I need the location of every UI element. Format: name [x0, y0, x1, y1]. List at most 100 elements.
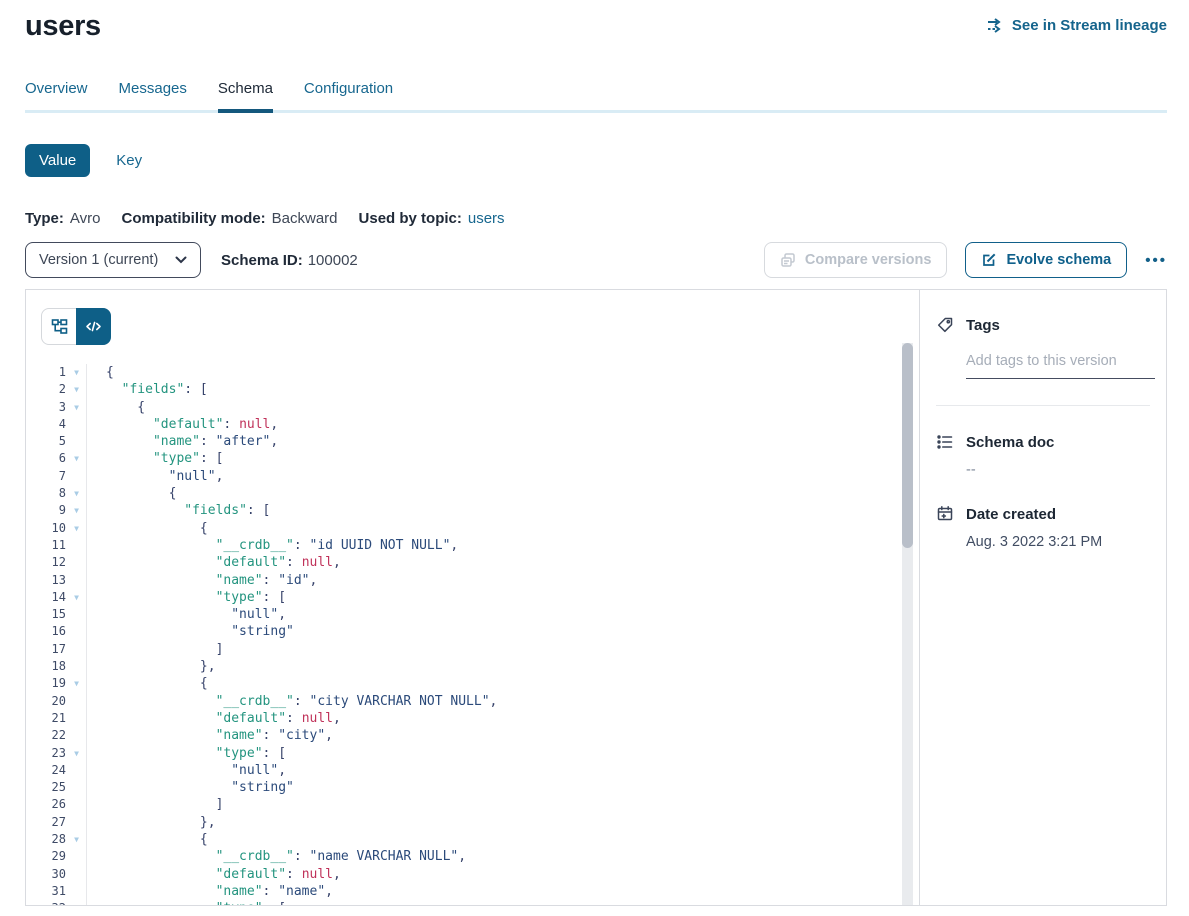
- code-line: 6▼ "type": [: [26, 450, 919, 467]
- fold-toggle-icon[interactable]: ▼: [66, 745, 87, 762]
- tab-schema[interactable]: Schema: [218, 70, 273, 110]
- code-line: 22 "name": "city",: [26, 727, 919, 744]
- fold-spacer: [66, 606, 87, 623]
- line-number: 21: [26, 710, 66, 727]
- fold-spacer: [66, 641, 87, 658]
- fold-spacer: [66, 727, 87, 744]
- schema-id-label: Schema ID:: [221, 252, 303, 269]
- fold-toggle-icon[interactable]: ▼: [66, 399, 87, 416]
- line-number: 32: [26, 900, 66, 905]
- line-number: 3: [26, 399, 66, 416]
- editor-scrollbar-track[interactable]: [902, 343, 913, 905]
- line-number: 5: [26, 433, 66, 450]
- compare-versions-button[interactable]: Compare versions: [764, 242, 948, 278]
- code-line: 27 },: [26, 814, 919, 831]
- code-line: 11 "__crdb__": "id UUID NOT NULL",: [26, 537, 919, 554]
- fold-toggle-icon[interactable]: ▼: [66, 900, 87, 905]
- fold-toggle-icon[interactable]: ▼: [66, 364, 87, 381]
- fold-spacer: [66, 796, 87, 813]
- code-text: {: [87, 831, 208, 848]
- line-number: 23: [26, 745, 66, 762]
- line-number: 8: [26, 485, 66, 502]
- topic-link[interactable]: users: [468, 210, 505, 227]
- fold-toggle-icon[interactable]: ▼: [66, 831, 87, 848]
- schema-meta: Type:Avro Compatibility mode:Backward Us…: [25, 210, 1167, 227]
- code-gutter: 27: [26, 814, 87, 831]
- version-select[interactable]: Version 1 (current): [25, 242, 201, 278]
- tab-messages[interactable]: Messages: [119, 70, 187, 110]
- code-line: 15 "null",: [26, 606, 919, 623]
- editor-scrollbar-thumb[interactable]: [902, 343, 913, 548]
- tab-configuration[interactable]: Configuration: [304, 70, 393, 110]
- fold-spacer: [66, 537, 87, 554]
- value-toggle-button[interactable]: Value: [25, 144, 90, 177]
- code-line: 25 "string": [26, 779, 919, 796]
- key-toggle-button[interactable]: Key: [116, 152, 142, 169]
- code-gutter: 24: [26, 762, 87, 779]
- code-line: 10▼ {: [26, 520, 919, 537]
- code-text: },: [87, 658, 216, 675]
- code-text: {: [87, 485, 176, 502]
- schema-editor: 1▼{2▼ "fields": [3▼ {4 "default": null,5…: [26, 290, 919, 905]
- code-text: {: [87, 520, 208, 537]
- code-gutter: 12: [26, 554, 87, 571]
- more-options-button[interactable]: •••: [1145, 252, 1167, 269]
- value-key-toggle: Value Key: [25, 144, 1167, 177]
- code-gutter: 8▼: [26, 485, 87, 502]
- line-number: 28: [26, 831, 66, 848]
- page-header: users See in Stream lineage: [25, 0, 1167, 43]
- code-line: 28▼ {: [26, 831, 919, 848]
- tags-input[interactable]: Add tags to this version: [966, 353, 1155, 379]
- tags-section-header: Tags: [936, 316, 1150, 334]
- fold-toggle-icon[interactable]: ▼: [66, 381, 87, 398]
- code-line: 18 },: [26, 658, 919, 675]
- tree-view-button[interactable]: [42, 309, 76, 344]
- code-view-button[interactable]: [76, 308, 111, 345]
- code-gutter: 13: [26, 572, 87, 589]
- fold-toggle-icon[interactable]: ▼: [66, 520, 87, 537]
- code-text: "null",: [87, 762, 286, 779]
- line-number: 14: [26, 589, 66, 606]
- code-line: 16 "string": [26, 623, 919, 640]
- code-gutter: 14▼: [26, 589, 87, 606]
- type-group: Type:Avro: [25, 210, 100, 227]
- code-lines: 1▼{2▼ "fields": [3▼ {4 "default": null,5…: [26, 364, 919, 905]
- code-line: 21 "default": null,: [26, 710, 919, 727]
- line-number: 31: [26, 883, 66, 900]
- compare-label: Compare versions: [805, 252, 932, 268]
- fold-toggle-icon[interactable]: ▼: [66, 450, 87, 467]
- code-text: "string": [87, 779, 294, 796]
- fold-toggle-icon[interactable]: ▼: [66, 485, 87, 502]
- code-gutter: 3▼: [26, 399, 87, 416]
- schema-doc-value: --: [966, 462, 1150, 478]
- evolve-schema-button[interactable]: Evolve schema: [965, 242, 1127, 278]
- line-number: 26: [26, 796, 66, 813]
- code-text: "__crdb__": "id UUID NOT NULL",: [87, 537, 458, 554]
- code-line: 14▼ "type": [: [26, 589, 919, 606]
- code-text: {: [87, 675, 208, 692]
- line-number: 19: [26, 675, 66, 692]
- code-line: 5 "name": "after",: [26, 433, 919, 450]
- tab-overview[interactable]: Overview: [25, 70, 88, 110]
- schema-sidebar: Tags Add tags to this version: [919, 290, 1166, 905]
- line-number: 11: [26, 537, 66, 554]
- code-gutter: 1▼: [26, 364, 87, 381]
- code-gutter: 11: [26, 537, 87, 554]
- fold-toggle-icon[interactable]: ▼: [66, 589, 87, 606]
- code-text: ]: [87, 641, 223, 658]
- compat-group: Compatibility mode:Backward: [121, 210, 337, 227]
- code-gutter: 16: [26, 623, 87, 640]
- line-number: 10: [26, 520, 66, 537]
- line-number: 17: [26, 641, 66, 658]
- tree-view-icon: [51, 318, 68, 335]
- compare-icon: [780, 252, 796, 268]
- fold-toggle-icon[interactable]: ▼: [66, 502, 87, 519]
- tag-icon: [936, 316, 954, 334]
- date-created-title: Date created: [966, 506, 1056, 523]
- fold-toggle-icon[interactable]: ▼: [66, 675, 87, 692]
- code-line: 32▼ "type": [: [26, 900, 919, 905]
- code-text: "default": null,: [87, 554, 341, 571]
- schema-page: users See in Stream lineage Overview Mes…: [0, 0, 1189, 906]
- code-text: "name": "after",: [87, 433, 278, 450]
- stream-lineage-link[interactable]: See in Stream lineage: [987, 17, 1167, 34]
